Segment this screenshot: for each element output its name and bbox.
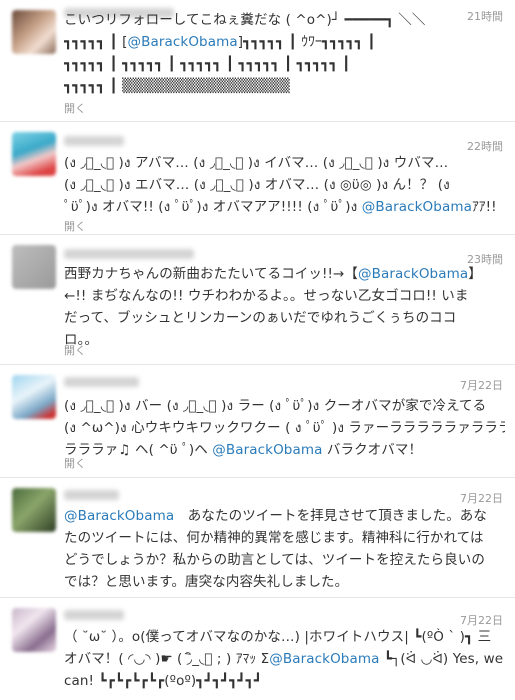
expand-link[interactable]: 開く: [64, 100, 86, 116]
tweet-text-segment: どうでしょうか？私からの助言としては、ツイートを控えたら良いの: [64, 552, 485, 568]
tweet-line: では？と思います。唐突な内容失礼しました。: [64, 571, 505, 593]
timeline-feed: 21時間 こいつリフォローしてこねぇ糞だな ( ^o^)┘ ━━━━━┓ ＼＼ ┓…: [0, 0, 515, 700]
tweet-text-segment: ]┓┓┓┓┓ ┃ ｳﾜｰ┓┓┓┓┓ ┃: [237, 34, 376, 50]
tweet[interactable]: 22時間 (ง ◞ิ_◟ิ )ง アバマ… (ง ◞ิ_◟ิ )ง イバマ… (…: [0, 122, 515, 235]
user-name[interactable]: [64, 136, 124, 146]
tweet-text-segment: ﾟϋﾟ)ง オバマ!! (ง ﾟϋﾟ)ง オバマアア!!!! (ง ﾟϋﾟ)ง: [64, 199, 362, 215]
tweet-text-segment: (ง ^ω^)ง 心ウキウキワックワクー ( ง ﾟϋﾟ )ง ラァーラララララ…: [64, 420, 505, 436]
timestamp[interactable]: 7月22日: [460, 377, 503, 393]
tweet-line: ┓┓┓┓┓ ┃ [@BarackObama]┓┓┓┓┓ ┃ ｳﾜｰ┓┓┓┓┓ ┃: [64, 31, 505, 53]
mention-link[interactable]: @BarackObama: [362, 199, 472, 215]
tweet-text-segment: (ง ◞ิ_◟ิ )ง バー (ง ◞ิ_◟ิ )ง ラー (ง ﾟϋﾟ)ง ク…: [64, 398, 487, 414]
tweet-text-segment: 西野カナちゃんの新曲おたたいてるコイッ!!→【: [64, 266, 359, 282]
tweet-line: こいつリフォローしてこねぇ糞だな ( ^o^)┘ ━━━━━┓ ＼＼: [64, 9, 505, 31]
avatar[interactable]: [12, 132, 56, 176]
tweet-line: 西野カナちゃんの新曲おたたいてるコイッ!!→【@BarackObama】: [64, 263, 505, 285]
mention-link[interactable]: @BarackObama: [358, 266, 468, 282]
tweet-text-segment: ラララァ♫ ヘ( ^ϋ ﾟ)ヘ: [64, 442, 213, 458]
tweet-text-segment: ┓┓┓┓┓ ┃ ▒▒▒▒▒▒▒▒▒▒▒▒▒▒▒▒: [64, 78, 290, 94]
user-name[interactable]: [64, 610, 124, 620]
expand-link[interactable]: 開く: [64, 218, 86, 234]
avatar[interactable]: [12, 10, 56, 54]
tweet-text-segment: ←!! まぢなんなの!! ウチわわかるよ。。せっない乙女ゴコロ!! いま: [64, 288, 469, 304]
user-name[interactable]: [64, 490, 119, 500]
tweet-line: ┓┓┓┓┓ ┃ ▒▒▒▒▒▒▒▒▒▒▒▒▒▒▒▒: [64, 75, 505, 97]
tweet-line: can! ┗┏┗┏┗┏┗┏(ºoº)┓┛┓┛┓┛┓┛: [64, 670, 505, 692]
tweet-text-segment: ┓┓┓┓┓ ┃ [: [64, 34, 128, 50]
tweet[interactable]: 23時間 西野カナちゃんの新曲おたたいてるコイッ!!→【@BarackObama…: [0, 235, 515, 365]
tweet-text-segment: オバマ！( ◜◡◝ )☛ ( ◞ิ_◟ิ ; ) ｱﾏｯ Σ: [64, 651, 270, 667]
user-name[interactable]: [64, 377, 139, 387]
tweet[interactable]: 7月22日 （ ˘ω˘ ）。o(僕ってオバマなのかな…) |ホワイトハウス| ┗…: [0, 598, 515, 700]
tweet-text: こいつリフォローしてこねぇ糞だな ( ^o^)┘ ━━━━━┓ ＼＼ ┓┓┓┓┓ …: [64, 9, 505, 97]
tweet[interactable]: 7月22日 (ง ◞ิ_◟ิ )ง バー (ง ◞ิ_◟ิ )ง ラー (ง ﾟ…: [0, 365, 515, 478]
tweet[interactable]: 7月22日 @BarackObama あなたのツイートを拝見させて頂きました。あ…: [0, 478, 515, 598]
avatar[interactable]: [12, 375, 56, 419]
tweet-text-segment: ┓┓┓┓┓ ┃ ┓┓┓┓┓ ┃ ┓┓┓┓┓ ┃ ┓┓┓┓┓ ┃ ┓┓┓┓┓ ┃: [64, 56, 351, 72]
tweet-line: (ง ◞ิ_◟ิ )ง エバマ… (ง ◞ิ_◟ิ )ง オバマ… (ง ◎ϋ◎…: [64, 174, 505, 196]
tweet-line: (ง ◞ิ_◟ิ )ง アバマ… (ง ◞ิ_◟ิ )ง イバマ… (ง ◞ิ_…: [64, 152, 505, 174]
tweet-line: ←!! まぢなんなの!! ウチわわかるよ。。せっない乙女ゴコロ!! いま: [64, 285, 505, 307]
tweet-line: @BarackObama あなたのツイートを拝見させて頂きました。あな: [64, 505, 505, 527]
tweet-line: （ ˘ω˘ ）。o(僕ってオバマなのかな…) |ホワイトハウス| ┗(ºÒ ˋ …: [64, 626, 505, 648]
tweet[interactable]: 21時間 こいつリフォローしてこねぇ糞だな ( ^o^)┘ ━━━━━┓ ＼＼ ┓…: [0, 0, 515, 122]
tweet-line: オバマ！( ◜◡◝ )☛ ( ◞ิ_◟ิ ; ) ｱﾏｯ Σ@BarackOba…: [64, 648, 505, 670]
mention-link[interactable]: @BarackObama: [212, 442, 322, 458]
tweet-text-segment: (ง ◞ิ_◟ิ )ง アバマ… (ง ◞ิ_◟ิ )ง イバマ… (ง ◞ิ_…: [64, 155, 449, 171]
expand-link[interactable]: 開く: [64, 342, 86, 358]
tweet-text: （ ˘ω˘ ）。o(僕ってオバマなのかな…) |ホワイトハウス| ┗(ºÒ ˋ …: [64, 626, 505, 692]
tweet-line: たのツイートには、何か精神的異常を感じます。精神科に行かれては: [64, 527, 505, 549]
tweet-text: 西野カナちゃんの新曲おたたいてるコイッ!!→【@BarackObama】 ←!! …: [64, 263, 505, 351]
avatar[interactable]: [12, 245, 56, 289]
tweet-line: だって、ブッシュとリンカーンのぁいだでゆれうごくぅちのココ: [64, 307, 505, 329]
tweet-text-segment: can! ┗┏┗┏┗┏┗┏(ºoº)┓┛┓┛┓┛┓┛: [64, 673, 263, 689]
tweet-line: ロ。。: [64, 329, 505, 351]
tweet-line: (ง ◞ิ_◟ิ )ง バー (ง ◞ิ_◟ิ )ง ラー (ง ﾟϋﾟ)ง ク…: [64, 395, 505, 417]
tweet-text-segment: では？と思います。唐突な内容失礼しました。: [64, 574, 349, 590]
timestamp[interactable]: 7月22日: [460, 490, 503, 506]
tweet-text: @BarackObama あなたのツイートを拝見させて頂きました。あなたのツイー…: [64, 505, 505, 593]
expand-link[interactable]: 開く: [64, 455, 86, 471]
tweet-text-segment: あなたのツイートを拝見させて頂きました。あな: [174, 508, 488, 524]
tweet-text: (ง ◞ิ_◟ิ )ง バー (ง ◞ิ_◟ิ )ง ラー (ง ﾟϋﾟ)ง ク…: [64, 395, 505, 461]
mention-link[interactable]: @BarackObama: [128, 34, 238, 50]
tweet-line: ┓┓┓┓┓ ┃ ┓┓┓┓┓ ┃ ┓┓┓┓┓ ┃ ┓┓┓┓┓ ┃ ┓┓┓┓┓ ┃: [64, 53, 505, 75]
tweet-text-segment: （ ˘ω˘ ）。o(僕ってオバマなのかな…) |ホワイトハウス| ┗(ºÒ ˋ …: [64, 629, 492, 645]
tweet-line: ラララァ♫ ヘ( ^ϋ ﾟ)ヘ @BarackObama バラクオバマ！: [64, 439, 505, 461]
tweet-text-segment: ｱｱ!!: [471, 199, 497, 215]
tweet-text-segment: バラクオバマ！: [322, 442, 423, 458]
tweet-text-segment: こいつリフォローしてこねぇ糞だな ( ^o^)┘ ━━━━━┓ ＼＼: [64, 12, 426, 28]
tweet-text-segment: 】: [468, 266, 482, 282]
avatar[interactable]: [12, 608, 56, 652]
tweet-line: (ง ^ω^)ง 心ウキウキワックワクー ( ง ﾟϋﾟ )ง ラァーラララララ…: [64, 417, 505, 439]
tweet-text-segment: だって、ブッシュとリンカーンのぁいだでゆれうごくぅちのココ: [64, 310, 457, 326]
tweet-text-segment: (ง ◞ิ_◟ิ )ง エバマ… (ง ◞ิ_◟ิ )ง オバマ… (ง ◎ϋ◎…: [64, 177, 450, 193]
avatar[interactable]: [12, 488, 56, 532]
tweet-line: ﾟϋﾟ)ง オバマ!! (ง ﾟϋﾟ)ง オバマアア!!!! (ง ﾟϋﾟ)ง …: [64, 196, 505, 218]
mention-link[interactable]: @BarackObama: [64, 508, 174, 524]
tweet-text-segment: たのツイートには、何か精神的異常を感じます。精神科に行かれては: [64, 530, 484, 546]
tweet-line: どうでしょうか？私からの助言としては、ツイートを控えたら良いの: [64, 549, 505, 571]
mention-link[interactable]: @BarackObama: [269, 651, 379, 667]
tweet-text-segment: ┗┐(ᐛ ◡ᐛ) Yes, we: [379, 651, 504, 667]
user-name[interactable]: [64, 249, 194, 259]
tweet-text: (ง ◞ิ_◟ิ )ง アバマ… (ง ◞ิ_◟ิ )ง イバマ… (ง ◞ิ_…: [64, 152, 505, 218]
